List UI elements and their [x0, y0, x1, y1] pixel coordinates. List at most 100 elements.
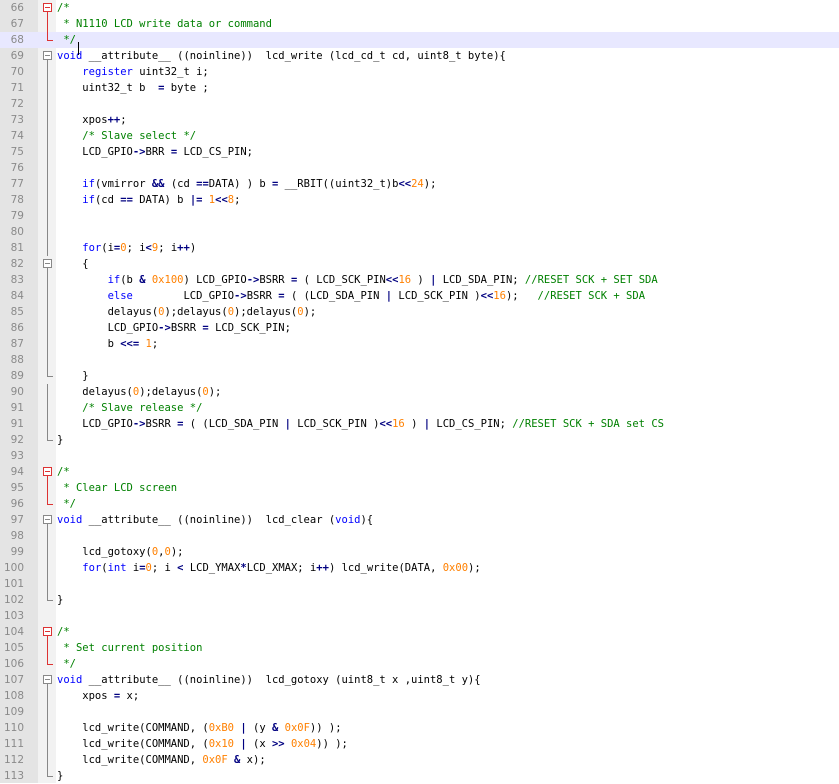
code-line[interactable]: 100 for(int i=0; i < LCD_YMAX*LCD_XMAX; …	[0, 560, 839, 576]
code-text[interactable]: b <<= 1;	[57, 336, 159, 352]
code-line[interactable]: 113}	[0, 768, 839, 784]
code-line[interactable]: 96 */	[0, 496, 839, 512]
code-token: BSRR	[170, 322, 203, 334]
code-line[interactable]: 81 for(i=0; i<9; i++)	[0, 240, 839, 256]
code-line[interactable]: 71 uint32_t b = byte ;	[0, 80, 839, 96]
code-text[interactable]: /*	[57, 624, 70, 640]
code-text[interactable]: */	[57, 32, 76, 48]
code-text[interactable]: LCD_GPIO->BSRR = ( (LCD_SDA_PIN | LCD_SC…	[57, 416, 664, 432]
code-line[interactable]: 84 else LCD_GPIO->BSRR = ( (LCD_SDA_PIN …	[0, 288, 839, 304]
code-text[interactable]: /* Slave select */	[57, 128, 196, 144]
code-text[interactable]: LCD_GPIO->BRR = LCD_CS_PIN;	[57, 144, 253, 160]
code-text[interactable]: lcd_write(COMMAND, (0xB0 | (y & 0x0F)) )…	[57, 720, 341, 736]
code-token: );	[505, 290, 538, 302]
code-text[interactable]: if(cd == DATA) b |= 1<<8;	[57, 192, 240, 208]
code-line[interactable]: 78 if(cd == DATA) b |= 1<<8;	[0, 192, 839, 208]
code-line[interactable]: 98	[0, 528, 839, 544]
code-token: //RESET SCK + SDA set CS	[512, 418, 664, 430]
fold-toggle-icon[interactable]	[42, 464, 56, 480]
code-line[interactable]: 97 void __attribute__ ((noinline)) lcd_cl…	[0, 512, 839, 528]
code-line[interactable]: 101	[0, 576, 839, 592]
code-text[interactable]: uint32_t b = byte ;	[57, 80, 208, 96]
code-editor[interactable]: 66 /* 67 * N1110 LCD write data or command…	[0, 0, 839, 783]
code-text[interactable]: register uint32_t i;	[57, 64, 208, 80]
code-line[interactable]: 83 if(b & 0x100) LCD_GPIO->BSRR = ( LCD_…	[0, 272, 839, 288]
code-line[interactable]: 87 b <<= 1;	[0, 336, 839, 352]
code-line[interactable]: 93	[0, 448, 839, 464]
code-text[interactable]: }	[57, 368, 88, 384]
code-line[interactable]: 107 void __attribute__ ((noinline)) lcd_g…	[0, 672, 839, 688]
code-text[interactable]: xpos = x;	[57, 688, 139, 704]
code-line[interactable]: 90 delayus(0);delayus(0);	[0, 384, 839, 400]
code-line[interactable]: 85 delayus(0);delayus(0);delayus(0);	[0, 304, 839, 320]
code-text[interactable]: * Clear LCD screen	[57, 480, 177, 496]
code-line[interactable]: 72	[0, 96, 839, 112]
code-text[interactable]: * N1110 LCD write data or command	[57, 16, 272, 32]
fold-line-icon	[42, 640, 56, 656]
code-line[interactable]: 103	[0, 608, 839, 624]
code-line[interactable]: 68 */	[0, 32, 839, 48]
fold-toggle-icon[interactable]	[42, 624, 56, 640]
code-line[interactable]: 86 LCD_GPIO->BSRR = LCD_SCK_PIN;	[0, 320, 839, 336]
code-text[interactable]: lcd_write(COMMAND, 0x0F & x);	[57, 752, 265, 768]
code-text[interactable]: /* Slave release */	[57, 400, 202, 416]
code-line[interactable]: 67 * N1110 LCD write data or command	[0, 16, 839, 32]
code-line[interactable]: 104 /*	[0, 624, 839, 640]
code-line[interactable]: 75 LCD_GPIO->BRR = LCD_CS_PIN;	[0, 144, 839, 160]
code-text[interactable]: void __attribute__ ((noinline)) lcd_clea…	[57, 512, 373, 528]
fold-toggle-icon[interactable]	[42, 256, 56, 272]
code-text[interactable]: delayus(0);delayus(0);	[57, 384, 221, 400]
code-text[interactable]: void __attribute__ ((noinline)) lcd_goto…	[57, 672, 481, 688]
code-line[interactable]: 108 xpos = x;	[0, 688, 839, 704]
fold-toggle-icon[interactable]	[42, 48, 56, 64]
fold-toggle-icon[interactable]	[42, 0, 56, 16]
code-line[interactable]: 110 lcd_write(COMMAND, (0xB0 | (y & 0x0F…	[0, 720, 839, 736]
code-text[interactable]: */	[57, 496, 76, 512]
code-text[interactable]: for(i=0; i<9; i++)	[57, 240, 196, 256]
code-line[interactable]: 112 lcd_write(COMMAND, 0x0F & x);	[0, 752, 839, 768]
code-line[interactable]: 80	[0, 224, 839, 240]
code-line[interactable]: 92}	[0, 432, 839, 448]
code-line[interactable]: 76	[0, 160, 839, 176]
code-line[interactable]: 95 * Clear LCD screen	[0, 480, 839, 496]
code-line[interactable]: 94 /*	[0, 464, 839, 480]
code-text[interactable]: }	[57, 768, 63, 784]
code-text[interactable]: {	[57, 256, 88, 272]
code-line[interactable]: 106 */	[0, 656, 839, 672]
code-text[interactable]: /*	[57, 464, 70, 480]
code-text[interactable]: */	[57, 656, 76, 672]
code-line[interactable]: 73 xpos++;	[0, 112, 839, 128]
code-text[interactable]: lcd_gotoxy(0,0);	[57, 544, 183, 560]
code-text[interactable]: if(vmirror && (cd ==DATA) ) b = __RBIT((…	[57, 176, 436, 192]
code-text[interactable]: xpos++;	[57, 112, 126, 128]
code-line[interactable]: 69 void __attribute__ ((noinline)) lcd_wr…	[0, 48, 839, 64]
fold-toggle-icon[interactable]	[42, 512, 56, 528]
code-text[interactable]: lcd_write(COMMAND, (0x10 | (x >> 0x04)) …	[57, 736, 348, 752]
code-line[interactable]: 70 register uint32_t i;	[0, 64, 839, 80]
code-line[interactable]: 66 /*	[0, 0, 839, 16]
code-text[interactable]: else LCD_GPIO->BSRR = ( (LCD_SDA_PIN | L…	[57, 288, 645, 304]
code-text[interactable]: * Set current position	[57, 640, 202, 656]
code-text[interactable]: LCD_GPIO->BSRR = LCD_SCK_PIN;	[57, 320, 291, 336]
fold-toggle-icon[interactable]	[42, 672, 56, 688]
code-line[interactable]: 88	[0, 352, 839, 368]
code-line[interactable]: 82 {	[0, 256, 839, 272]
code-line[interactable]: 109	[0, 704, 839, 720]
code-line[interactable]: 111 lcd_write(COMMAND, (0x10 | (x >> 0x0…	[0, 736, 839, 752]
code-text[interactable]: delayus(0);delayus(0);delayus(0);	[57, 304, 317, 320]
code-text[interactable]: if(b & 0x100) LCD_GPIO->BSRR = ( LCD_SCK…	[57, 272, 658, 288]
code-text[interactable]: }	[57, 592, 63, 608]
code-line[interactable]: 79	[0, 208, 839, 224]
code-line[interactable]: 99 lcd_gotoxy(0,0);	[0, 544, 839, 560]
code-line[interactable]: 91 /* Slave release */	[0, 400, 839, 416]
code-text[interactable]: }	[57, 432, 63, 448]
code-text[interactable]: void __attribute__ ((noinline)) lcd_writ…	[57, 48, 506, 64]
code-text[interactable]: /*	[57, 0, 70, 16]
code-line[interactable]: 74 /* Slave select */	[0, 128, 839, 144]
code-line[interactable]: 105 * Set current position	[0, 640, 839, 656]
code-line[interactable]: 77 if(vmirror && (cd ==DATA) ) b = __RBI…	[0, 176, 839, 192]
code-text[interactable]: for(int i=0; i < LCD_YMAX*LCD_XMAX; i++)…	[57, 560, 480, 576]
code-line[interactable]: 102}	[0, 592, 839, 608]
code-line[interactable]: 89 }	[0, 368, 839, 384]
code-line[interactable]: 91 LCD_GPIO->BSRR = ( (LCD_SDA_PIN | LCD…	[0, 416, 839, 432]
